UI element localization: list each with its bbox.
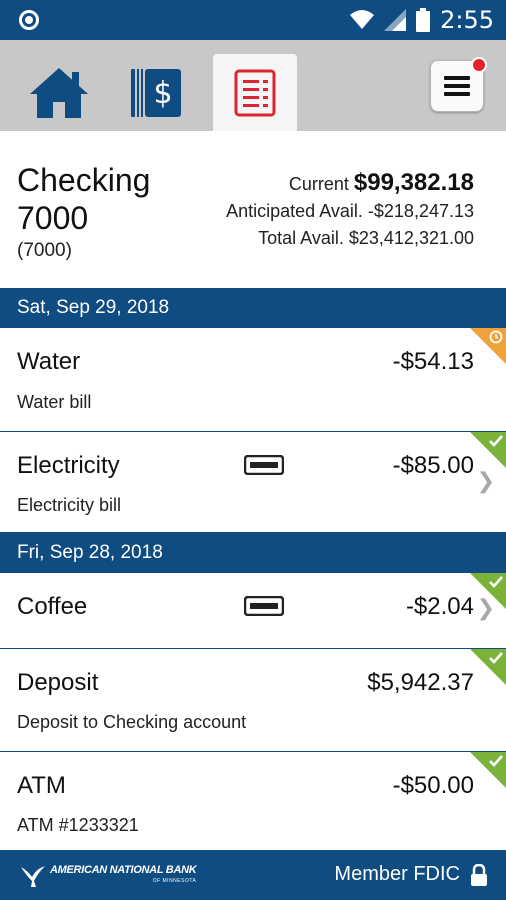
wifi-icon (350, 10, 375, 29)
credit-card-icon (244, 596, 284, 616)
bank-sub: OF MINNESOTA (152, 878, 197, 884)
transaction-name: ATM (17, 772, 66, 799)
transaction-name: Water (17, 348, 81, 375)
bank-logo: AMERICAN NATIONAL BANK OF MINNESOTA (20, 863, 197, 889)
checkmark-icon (489, 576, 503, 588)
notification-circle-icon (19, 10, 39, 30)
balances: Current $99,382.18 Anticipated Avail. -$… (226, 169, 474, 252)
total-balance-row: Total Avail. $23,412,321.00 (226, 225, 474, 252)
account-number: (7000) (17, 240, 72, 261)
notification-badge (471, 57, 487, 73)
date-header: Sat, Sep 29, 2018 (0, 288, 506, 328)
tab-bar: $ (0, 40, 506, 131)
hamburger-menu-icon (444, 76, 470, 96)
anticipated-label: Anticipated Avail. (226, 201, 363, 221)
transaction-description: ATM #1233321 (17, 815, 139, 835)
total-label: Total Avail. (258, 228, 344, 248)
current-balance-row: Current $99,382.18 (226, 169, 474, 198)
home-icon (30, 67, 88, 118)
transaction-row-deposit[interactable]: Deposit $5,942.37 Deposit to Checking ac… (0, 649, 506, 752)
chevron-right-icon[interactable]: ❯ (477, 468, 495, 494)
eagle-logo-icon (21, 866, 45, 887)
footer: AMERICAN NATIONAL BANK OF MINNESOTA Memb… (0, 851, 506, 900)
current-label: Current (288, 174, 349, 194)
date-header: Fri, Sep 28, 2018 (0, 533, 506, 573)
transaction-description: Electricity bill (17, 495, 122, 515)
tab-accounts[interactable]: $ (115, 54, 199, 131)
chevron-right-icon[interactable]: ❯ (477, 595, 495, 621)
anticipated-balance-row: Anticipated Avail. -$218,247.13 (226, 198, 474, 225)
tab-home[interactable] (17, 54, 101, 131)
tab-register[interactable] (213, 54, 297, 131)
dollar-cards-icon: $ (131, 68, 181, 117)
clock-icon (489, 330, 503, 344)
member-fdic: Member FDIC (334, 863, 488, 886)
transaction-row-water[interactable]: Water -$54.13 Water bill (0, 328, 506, 432)
transaction-amount: $5,942.37 (367, 669, 474, 696)
bank-name: AMERICAN NATIONAL BANK (50, 864, 197, 876)
transaction-amount: -$54.13 (392, 348, 474, 375)
checkmark-icon (489, 755, 503, 767)
transaction-row-atm[interactable]: ATM -$50.00 ATM #1233321 (0, 752, 506, 851)
transaction-amount: -$2.04 (405, 593, 474, 620)
transaction-row-electricity[interactable]: Electricity -$85.00 ❯ Electricity bill (0, 432, 506, 533)
transaction-name: Deposit (17, 669, 99, 696)
svg-text:$: $ (153, 76, 172, 111)
anticipated-balance: -$218,247.13 (367, 201, 474, 221)
checkmark-icon (489, 652, 503, 664)
member-fdic-text: Member FDIC (334, 863, 460, 885)
current-balance: $99,382.18 (353, 169, 474, 196)
transaction-row-coffee[interactable]: Coffee -$2.04 ❯ (0, 573, 506, 649)
transaction-description: Water bill (17, 392, 92, 412)
signal-icon (384, 9, 407, 31)
status-time: 2:55 (440, 6, 494, 34)
transaction-amount: -$50.00 (392, 772, 474, 799)
register-list-icon (234, 69, 276, 116)
battery-icon (416, 8, 431, 32)
total-balance: $23,412,321.00 (348, 228, 474, 248)
menu-button[interactable] (430, 57, 487, 112)
credit-card-icon (244, 455, 284, 475)
transaction-name: Electricity (17, 452, 120, 479)
transaction-name: Coffee (17, 593, 88, 620)
account-name: Checking 7000 (17, 162, 151, 236)
transaction-description: Deposit to Checking account (17, 712, 247, 732)
checkmark-icon (489, 435, 503, 447)
lock-icon (471, 863, 487, 886)
status-bar: 2:55 (0, 0, 506, 40)
transaction-amount: -$85.00 (392, 452, 474, 479)
account-header: Checking 7000 (7000) Current $99,382.18 … (0, 131, 506, 288)
